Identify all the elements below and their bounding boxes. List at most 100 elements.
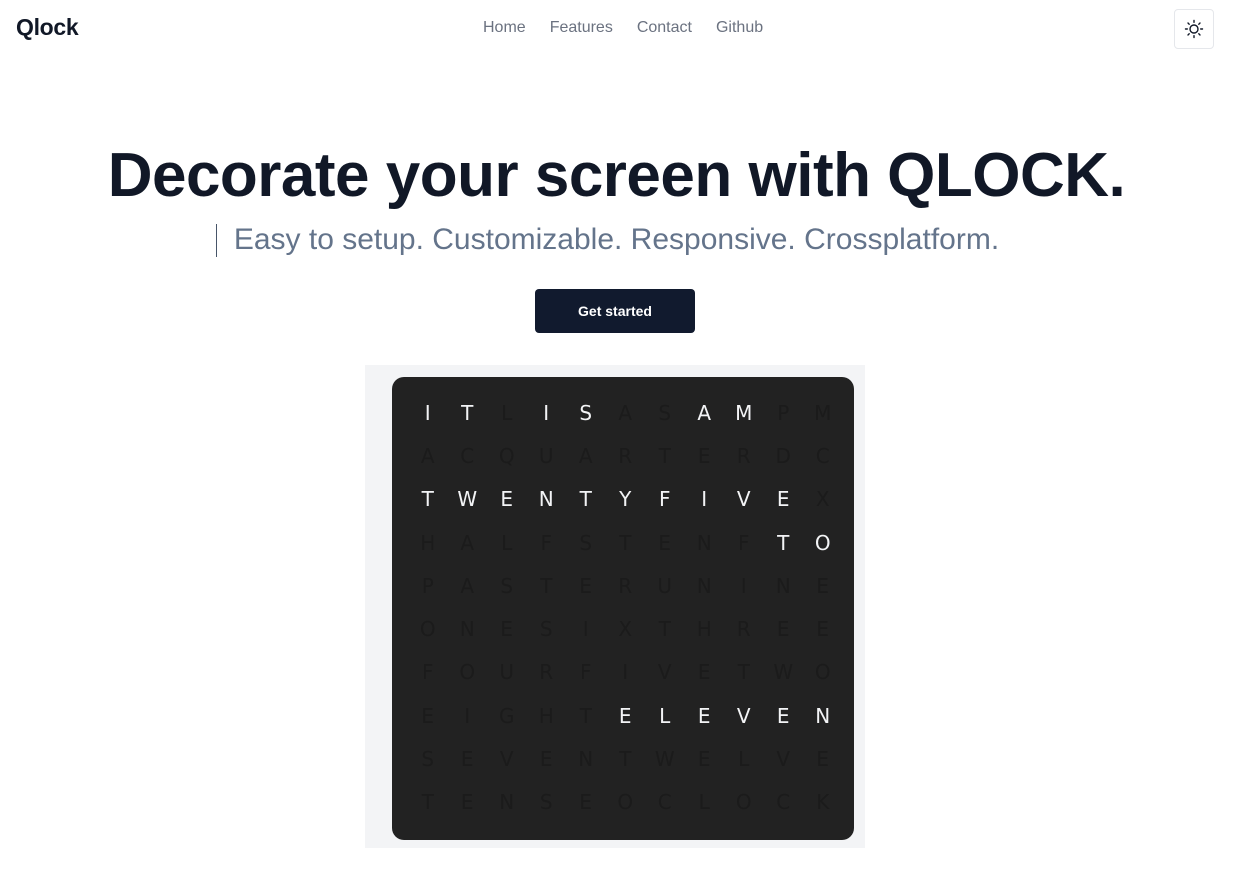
clock-letter: E [460, 747, 474, 772]
clock-letter: T [619, 530, 632, 555]
clock-letter: F [658, 487, 671, 512]
clock-letter: Y [619, 487, 632, 512]
clock-letter: E [579, 573, 593, 598]
clock-letter: T [737, 660, 750, 685]
clock-letter: E [697, 443, 711, 468]
clock-letter: O [814, 530, 831, 555]
clock-letter: T [421, 487, 434, 512]
clock-letter: C [815, 443, 830, 468]
sun-icon [1184, 19, 1204, 39]
clock-letter: I [582, 617, 589, 642]
clock-preview: ITLISASAMPMACQUARTERDCTWENTYFIVEXHALFSTE… [365, 365, 865, 848]
clock-letter: F [737, 530, 750, 555]
clock-letter: E [816, 573, 830, 598]
clock-letter: T [461, 400, 474, 425]
navbar: Qlock Home Features Contact Github [0, 0, 1233, 58]
hero-title: Decorate your screen with QLOCK. [107, 141, 1126, 210]
clock-letter: R [618, 573, 633, 598]
clock-letter: F [421, 660, 434, 685]
clock-letter: S [579, 400, 593, 425]
clock-letter: C [657, 790, 672, 815]
clock-letter: U [499, 660, 515, 685]
clock-letter: H [696, 617, 712, 642]
clock-letter: E [697, 660, 711, 685]
clock-letter: E [816, 747, 830, 772]
clock-letter: W [773, 660, 794, 685]
clock-letter: V [499, 747, 514, 772]
nav-link-github[interactable]: Github [716, 19, 763, 37]
clock-letter: H [420, 530, 436, 555]
clock-letter: F [540, 530, 552, 555]
clock-letter: U [538, 443, 554, 468]
clock-letter: N [696, 573, 712, 598]
clock-letter: E [539, 747, 553, 772]
clock-letter: G [499, 703, 515, 728]
clock-letter: L [738, 747, 750, 772]
clock-letter: I [701, 487, 708, 512]
clock-letter: A [460, 530, 475, 555]
clock-letter: A [420, 443, 435, 468]
nav-link-contact[interactable]: Contact [637, 19, 692, 37]
clock-letter: T [579, 487, 592, 512]
brand-logo[interactable]: Qlock [16, 14, 79, 41]
clock-letter: M [814, 400, 832, 425]
clock-letter: V [736, 703, 751, 728]
clock-letter: S [539, 617, 553, 642]
clock-letter: T [777, 530, 790, 555]
clock-letter: Q [498, 443, 515, 468]
clock-face: ITLISASAMPMACQUARTERDCTWENTYFIVEXHALFSTE… [392, 377, 854, 840]
clock-letter: R [736, 617, 751, 642]
clock-letter: V [736, 487, 751, 512]
clock-letter: T [658, 443, 671, 468]
clock-letter: I [464, 703, 471, 728]
clock-letter: N [499, 790, 515, 815]
clock-letter: I [740, 573, 747, 598]
clock-letter: O [735, 790, 752, 815]
clock-letter: E [500, 487, 514, 512]
nav-link-home[interactable]: Home [483, 19, 526, 37]
clock-letter: S [539, 790, 553, 815]
clock-letter: E [500, 617, 514, 642]
clock-letter: P [777, 400, 790, 425]
clock-letter: F [579, 660, 592, 685]
clock-letter: A [618, 400, 633, 425]
clock-letter: E [697, 703, 711, 728]
clock-letter: L [659, 703, 671, 728]
clock-letter: R [539, 660, 554, 685]
clock-letter: T [619, 747, 632, 772]
clock-letter: E [421, 703, 435, 728]
clock-letter: T [658, 617, 671, 642]
clock-letter: T [579, 703, 592, 728]
clock-letter: O [814, 660, 831, 685]
nav-links: Home Features Contact Github [483, 19, 763, 37]
hero-subtitle: Easy to setup. Customizable. Responsive.… [233, 223, 1000, 256]
clock-letter: E [816, 617, 830, 642]
letter-grid: ITLISASAMPMACQUARTERDCTWENTYFIVEXHALFSTE… [408, 391, 843, 824]
clock-letter: K [816, 790, 830, 815]
clock-letter: O [419, 617, 436, 642]
theme-toggle-button[interactable] [1174, 9, 1214, 49]
clock-letter: N [815, 703, 831, 728]
clock-letter: N [578, 747, 594, 772]
clock-letter: T [540, 573, 553, 598]
clock-letter: E [579, 790, 593, 815]
clock-letter: D [775, 443, 791, 468]
clock-letter: C [776, 790, 791, 815]
clock-letter: V [657, 660, 672, 685]
clock-letter: X [618, 617, 633, 642]
clock-letter: A [578, 443, 593, 468]
clock-letter: W [457, 487, 478, 512]
nav-link-features[interactable]: Features [550, 19, 613, 37]
typing-caret [216, 224, 217, 257]
clock-letter: R [736, 443, 751, 468]
clock-letter: U [657, 573, 673, 598]
get-started-button[interactable]: Get started [535, 289, 695, 333]
clock-letter: N [459, 617, 475, 642]
clock-letter: E [776, 617, 790, 642]
clock-letter: A [697, 400, 712, 425]
clock-letter: N [696, 530, 712, 555]
clock-letter: E [697, 747, 711, 772]
clock-letter: E [618, 703, 632, 728]
clock-letter: E [776, 487, 790, 512]
clock-letter: E [776, 703, 790, 728]
